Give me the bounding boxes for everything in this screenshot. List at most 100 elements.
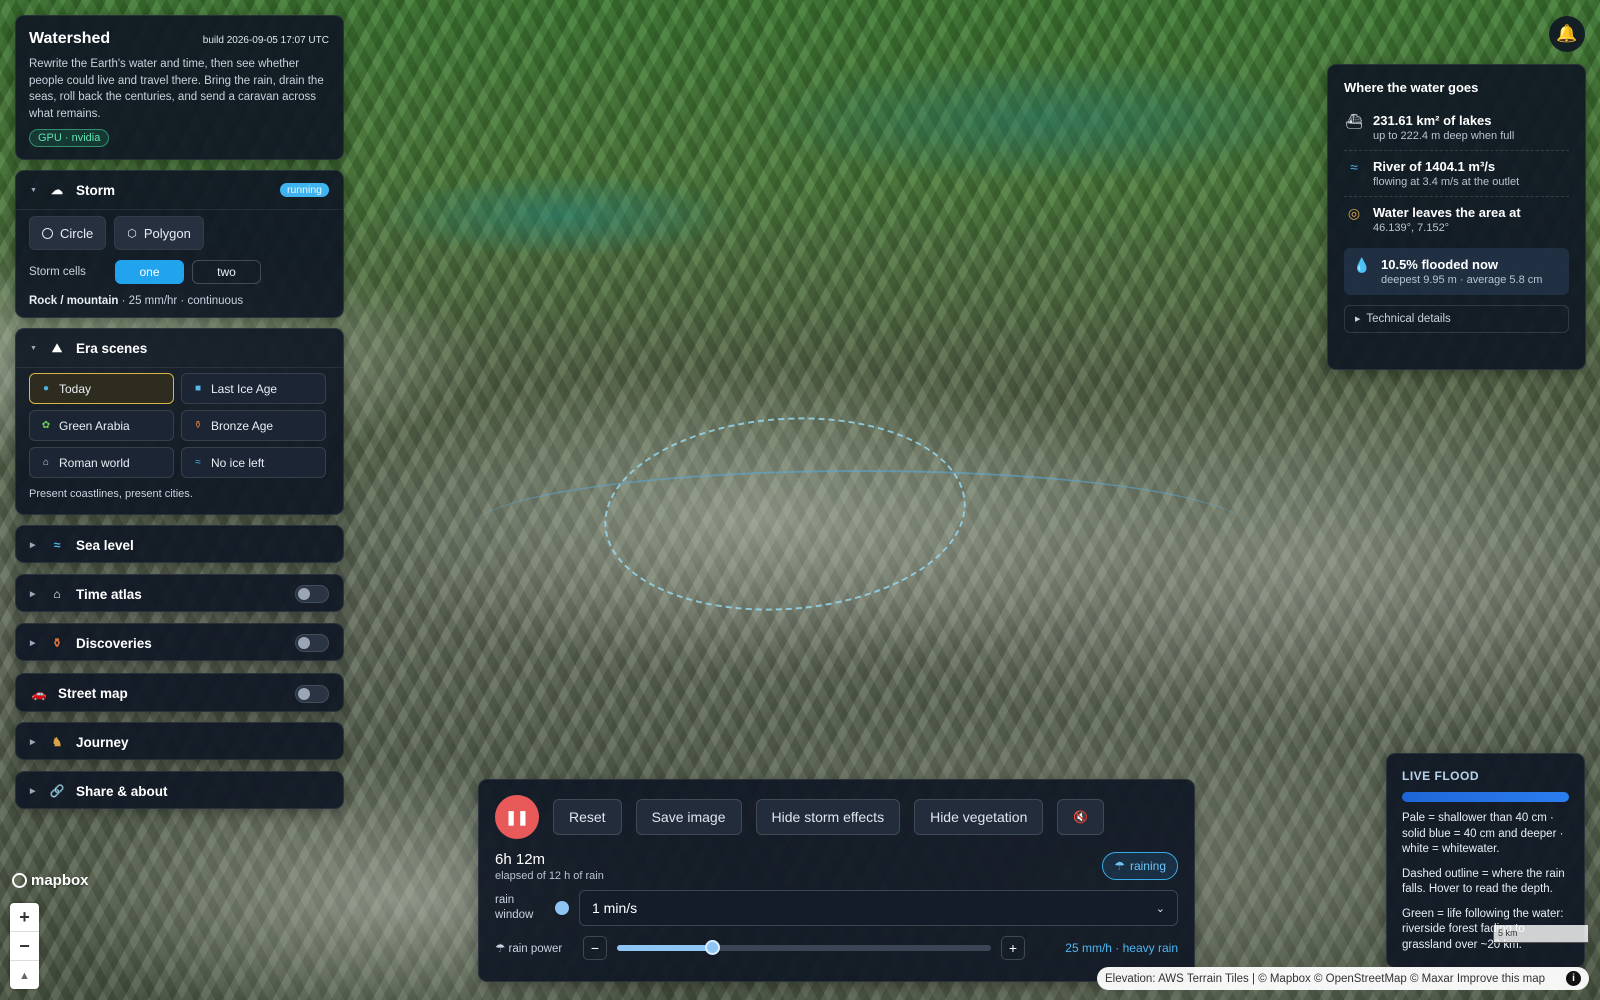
ice-cube-icon: ■ [194, 383, 202, 394]
bell-icon[interactable]: 🔔 [1549, 16, 1585, 52]
storm-terrain-note: Rock / mountain · 25 mm/hr · continuous [29, 295, 244, 307]
zoom-out-button[interactable]: − [10, 932, 39, 961]
discoveries-panel[interactable]: ▶ ⚱ Discoveries [15, 623, 344, 661]
share-panel[interactable]: ▶ 🔗 Share & about [15, 771, 344, 809]
status-badge: running [279, 183, 329, 197]
rain-power-decrease-button[interactable]: − [583, 936, 607, 960]
amphora-icon: ⚱ [51, 636, 63, 650]
build-stamp: build 2026-09-05 17:07 UTC [202, 35, 329, 46]
rain-power-label: ☂ rain power [495, 943, 563, 955]
wave-icon: ≈ [195, 457, 201, 468]
temple-icon: ⌂ [53, 587, 61, 601]
rain-power-increase-button[interactable]: + [1001, 936, 1025, 960]
camel-icon: ♞ [51, 735, 63, 749]
mute-button[interactable]: 🔇 [1057, 799, 1105, 835]
mountain-icon: ⛰ [51, 340, 63, 355]
pause-icon: ❚❚ [505, 808, 529, 825]
caret-right-icon: ▶ [30, 788, 36, 795]
map-scale: 5 km [1493, 925, 1589, 943]
flood-row: 💧 10.5% flooded now deepest 9.95 m · aver… [1344, 248, 1569, 295]
app-description: Rewrite the Earth's water and time, then… [29, 58, 324, 120]
discoveries-toggle[interactable] [295, 634, 329, 652]
time-atlas-toggle[interactable] [295, 585, 329, 603]
slider-fill [617, 945, 713, 951]
depth-color-bar [1402, 792, 1569, 802]
slider-handle[interactable] [705, 940, 721, 955]
hide-storm-effects-button[interactable]: Hide storm effects [755, 799, 901, 835]
map-attribution: Elevation: AWS Terrain Tiles | © Mapbox … [1097, 967, 1589, 990]
rain-power-value: 25 mm/h · heavy rain [1065, 941, 1178, 955]
amphora-icon: ⚱ [193, 420, 203, 431]
era-panel: ▼ ⛰ Era scenes ● Today ■ Last Ice Age ✿ Gre… [15, 328, 344, 515]
era-green-arabia-button[interactable]: ✿ Green Arabia [29, 410, 174, 441]
outlet-row: ◎ Water leaves the area at 46.139°, 7.152… [1344, 197, 1569, 242]
temple-icon: ⌂ [42, 457, 50, 468]
caret-right-icon: ▶ [30, 591, 36, 598]
water-title: Where the water goes [1344, 80, 1479, 95]
mapbox-logo[interactable]: mapbox [12, 872, 89, 889]
circle-button[interactable]: Circle [29, 216, 107, 250]
sea-level-title: Sea level [76, 537, 134, 553]
wave-icon: ≈ [1350, 159, 1358, 175]
hide-vegetation-button[interactable]: Hide vegetation [914, 799, 1044, 835]
legend-depth-text: Pale = shallower than 40 cm · solid blue… [1402, 812, 1564, 855]
circle-icon [42, 227, 53, 239]
chevron-down-icon: ⌄ [1155, 902, 1165, 915]
storm-header[interactable]: ▼ ☁ Storm running [16, 171, 343, 209]
caret-down-icon: ▼ [30, 344, 37, 352]
link-icon: 🔗 [49, 784, 65, 798]
legend-outline-text: Dashed outline = where the rain falls. H… [1402, 867, 1565, 896]
era-today-button[interactable]: ● Today [29, 373, 174, 404]
save-image-button[interactable]: Save image [635, 799, 742, 835]
polygon-icon: ⬡ [127, 227, 137, 240]
era-last-ice-age-button[interactable]: ■ Last Ice Age [181, 373, 326, 404]
storm-panel: ▼ ☁ Storm running Circle ⬡ Polygon Storm… [15, 170, 344, 318]
speaker-muted-icon: 🔇 [1073, 810, 1089, 824]
street-map-title: Street map [58, 686, 128, 701]
time-atlas-panel[interactable]: ▶ ⌂ Time atlas [15, 574, 344, 612]
caret-right-icon: ▶ [30, 640, 36, 647]
era-title: Era scenes [76, 340, 148, 356]
playback-panel: ❚❚ Reset Save image Hide storm effects H… [478, 779, 1195, 982]
technical-details-toggle[interactable]: ▶ Technical details [1344, 305, 1569, 333]
live-flood-title: LIVE FLOOD [1402, 769, 1479, 783]
era-no-ice-left-button[interactable]: ≈ No ice left [181, 447, 326, 478]
rain-power-slider[interactable] [617, 940, 991, 955]
pause-button[interactable]: ❚❚ [495, 795, 539, 839]
compass-button[interactable]: ▲ [10, 961, 39, 990]
compass-icon: ◎ [1347, 205, 1361, 221]
wave-icon: ≈ [53, 538, 61, 552]
caret-right-icon: ▶ [30, 542, 36, 549]
intro-panel: Watershed build 2026-09-05 17:07 UTC Rew… [15, 15, 344, 160]
journey-panel[interactable]: ▶ ♞ Journey [15, 722, 344, 760]
era-roman-world-button[interactable]: ⌂ Roman world [29, 447, 174, 478]
rain-window-indicator [555, 901, 569, 915]
cells-one-button[interactable]: one [115, 260, 184, 284]
street-map-toggle[interactable] [295, 684, 329, 703]
storm-cells-label: Storm cells [29, 266, 86, 278]
discoveries-title: Discoveries [76, 635, 152, 651]
car-icon: 🚗 [31, 686, 47, 701]
era-bronze-age-button[interactable]: ⚱ Bronze Age [181, 410, 326, 441]
globe-icon: ● [42, 383, 50, 394]
era-header[interactable]: ▼ ⛰ Era scenes [16, 329, 343, 367]
cloud-icon: ☁ [51, 183, 63, 197]
info-icon[interactable]: i [1566, 971, 1581, 986]
plant-icon: ✿ [41, 420, 51, 431]
river-row: ≈ River of 1404.1 m³/s flowing at 3.4 m/s… [1344, 151, 1569, 197]
caret-right-icon: ▶ [30, 739, 36, 746]
rain-window-label: rain window [495, 894, 534, 921]
cells-two-button[interactable]: two [192, 260, 261, 284]
era-note: Present coastlines, present cities. [29, 488, 193, 500]
storm-title: Storm [76, 182, 116, 198]
polygon-button[interactable]: ⬡ Polygon [114, 216, 204, 250]
sea-level-panel[interactable]: ▶ ≈ Sea level [15, 525, 344, 563]
zoom-in-button[interactable]: + [10, 903, 39, 932]
reset-button[interactable]: Reset [553, 799, 622, 835]
lakes-row: ⛴ 231.61 km² of lakes up to 222.4 m deep … [1344, 105, 1569, 151]
rain-window-select[interactable]: 1 min/s ⌄ [579, 890, 1178, 926]
elapsed-subtitle: elapsed of 12 h of rain [495, 870, 604, 882]
lake-icon: ⛴ [1345, 113, 1363, 129]
street-map-panel[interactable]: 🚗 Street map [15, 673, 344, 712]
share-title: Share & about [76, 783, 168, 799]
